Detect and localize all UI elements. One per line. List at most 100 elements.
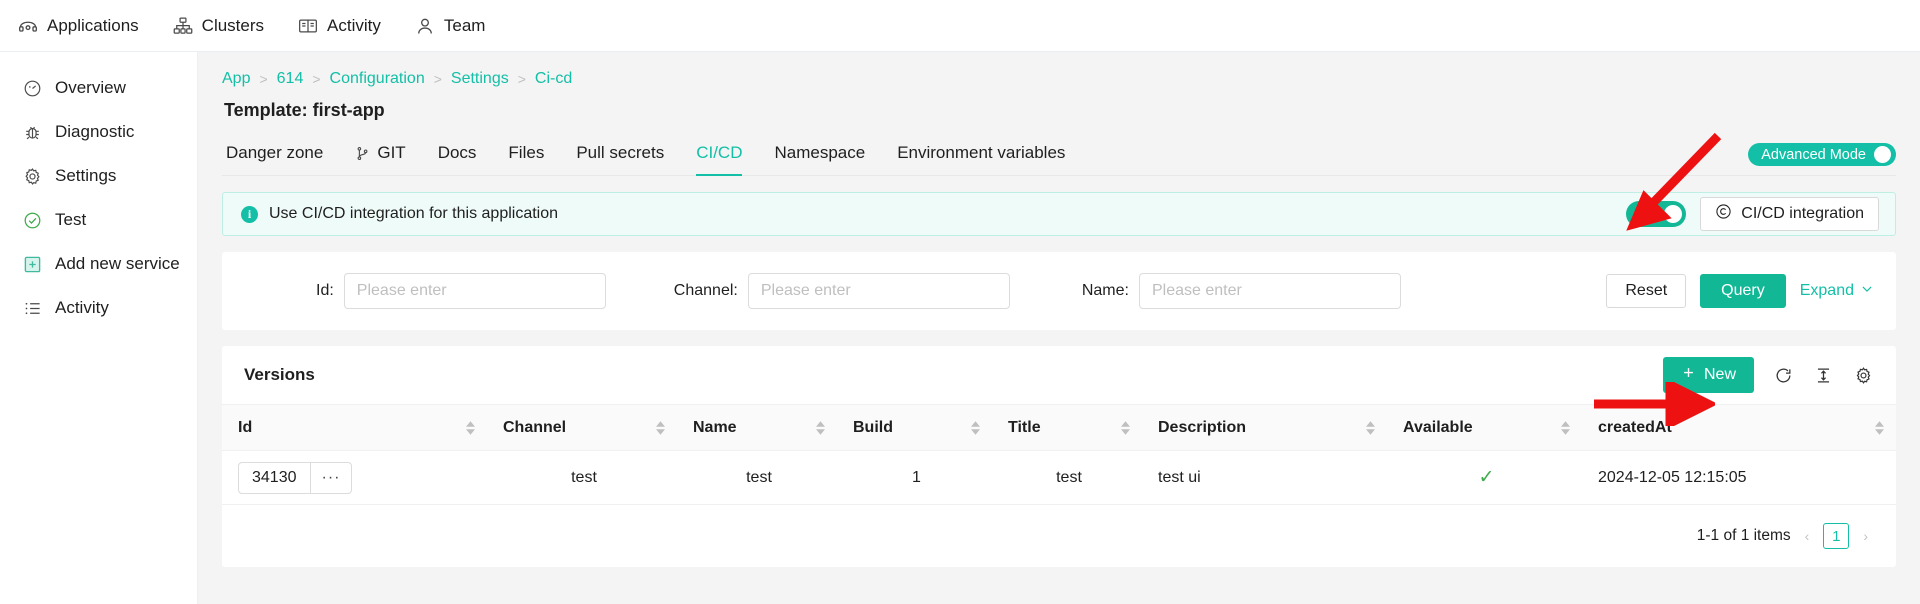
column-header-id[interactable]: Id [222,405,487,451]
sidebar-item-diagnostic[interactable]: Diagnostic [0,110,197,154]
filter-field-channel: Channel: Please enter [674,273,1010,309]
apps-icon [18,16,38,36]
column-label: Id [238,419,252,437]
sidebar-item-label: Activity [55,298,109,318]
column-header-title[interactable]: Title [992,405,1142,451]
search-input-channel[interactable]: Please enter [748,273,1010,309]
pagination: 1-1 of 1 items ‹ 1 › [222,505,1896,557]
breadcrumb-item-app[interactable]: App [222,70,250,88]
table-row: 34130 ··· test test 1 test test ui [222,451,1896,505]
advanced-mode-label: Advanced Mode [1761,147,1866,163]
topnav-label: Clusters [202,16,264,36]
topnav-label: Activity [327,16,381,36]
topnav-item-activity[interactable]: Activity [298,16,381,36]
tab-list: Danger zone GIT Do [222,143,1081,176]
versions-table-body: 34130 ··· test test 1 test test ui [222,451,1896,505]
tab-bar: Danger zone GIT Do [222,143,1896,176]
column-header-createdat[interactable]: createdAt [1582,405,1896,451]
sort-icon[interactable] [1121,421,1130,435]
reset-button[interactable]: Reset [1606,274,1686,308]
column-label: Title [1008,419,1041,437]
search-input-id[interactable]: Please enter [344,273,606,309]
breadcrumb-item-614[interactable]: 614 [277,70,304,88]
sidebar-item-test[interactable]: Test [0,198,197,242]
topnav-item-applications[interactable]: Applications [18,16,139,36]
settings-gear-icon[interactable] [1852,364,1874,386]
tab-git[interactable]: GIT [339,143,421,176]
sidebar-item-settings[interactable]: Settings [0,154,197,198]
cell-id: 34130 ··· [222,451,487,505]
placeholder-text: Please enter [761,282,851,300]
sidebar-item-overview[interactable]: Overview [0,66,197,110]
breadcrumb-item-settings[interactable]: Settings [451,70,509,88]
ci-cd-integration-button[interactable]: CI/CD integration [1700,197,1879,231]
filter-field-id: Id: Please enter [316,273,606,309]
ci-cd-banner: i Use CI/CD integration for this applica… [222,192,1896,236]
top-navigation: Applications Clusters Activ [0,0,1920,52]
sort-icon[interactable] [1875,421,1884,435]
sort-icon[interactable] [1561,421,1570,435]
expand-toggle[interactable]: Expand [1800,282,1874,301]
id-more-menu-button[interactable]: ··· [310,463,352,493]
query-button[interactable]: Query [1700,274,1786,308]
tab-docs[interactable]: Docs [422,143,493,176]
gauge-icon [22,78,42,98]
tab-danger-zone[interactable]: Danger zone [222,143,339,176]
tab-label: GIT [377,143,405,163]
sort-icon[interactable] [971,421,980,435]
cell-available: ✓ [1387,451,1582,505]
toggle-knob-icon [1664,205,1682,223]
tab-label: Pull secrets [576,143,664,163]
tab-files[interactable]: Files [492,143,560,176]
new-button[interactable]: New [1663,357,1754,393]
table-header-row: Id Channel [222,405,1896,451]
column-label: Description [1158,419,1246,437]
column-header-available[interactable]: Available [1387,405,1582,451]
sidebar-item-label: Test [55,210,86,230]
sidebar-item-add-new-service[interactable]: Add new service [0,242,197,286]
check-icon: ✓ [1479,467,1495,488]
tab-pull-secrets[interactable]: Pull secrets [560,143,680,176]
sidebar-item-activity[interactable]: Activity [0,286,197,330]
pagination-page-1[interactable]: 1 [1823,523,1849,549]
sort-icon[interactable] [466,421,475,435]
sidebar-item-label: Diagnostic [55,122,134,142]
versions-toolbar: New [1663,357,1874,393]
column-label: Name [693,419,737,437]
check-circle-icon [22,210,42,230]
sort-icon[interactable] [816,421,825,435]
column-header-name[interactable]: Name [677,405,837,451]
column-header-build[interactable]: Build [837,405,992,451]
versions-table: Id Channel [222,404,1896,505]
gear-icon [22,166,42,186]
column-header-channel[interactable]: Channel [487,405,677,451]
column-header-description[interactable]: Description [1142,405,1387,451]
tab-namespace[interactable]: Namespace [758,143,881,176]
versions-header: Versions New [222,346,1896,404]
id-value-button[interactable]: 34130 [239,463,310,493]
cell-description: test ui [1142,451,1387,505]
refresh-icon[interactable] [1772,364,1794,386]
advanced-mode-toggle[interactable]: Advanced Mode [1748,143,1896,166]
breadcrumb-item-configuration[interactable]: Configuration [330,70,425,88]
tab-ci-cd[interactable]: CI/CD [680,143,758,176]
sort-icon[interactable] [1366,421,1375,435]
banner-message: i Use CI/CD integration for this applica… [241,205,558,223]
tab-label: Danger zone [226,143,323,163]
banner-actions: On CI/CD integration [1626,197,1879,231]
ci-cd-enable-toggle[interactable]: On [1626,201,1686,227]
pagination-next-button[interactable]: › [1861,528,1870,544]
pagination-summary: 1-1 of 1 items [1697,527,1791,545]
breadcrumb-item-ci-cd[interactable]: Ci-cd [535,70,572,88]
pagination-prev-button[interactable]: ‹ [1803,528,1812,544]
row-height-icon[interactable] [1812,364,1834,386]
id-button-group: 34130 ··· [238,462,352,494]
topnav-item-clusters[interactable]: Clusters [173,16,264,36]
topnav-item-team[interactable]: Team [415,16,486,36]
sort-icon[interactable] [656,421,665,435]
cell-channel: test [487,451,677,505]
search-input-name[interactable]: Please enter [1139,273,1401,309]
main-content: App > 614 > Configuration > Settings > C… [198,52,1920,604]
versions-card: Versions New [222,346,1896,567]
tab-environment-variables[interactable]: Environment variables [881,143,1081,176]
